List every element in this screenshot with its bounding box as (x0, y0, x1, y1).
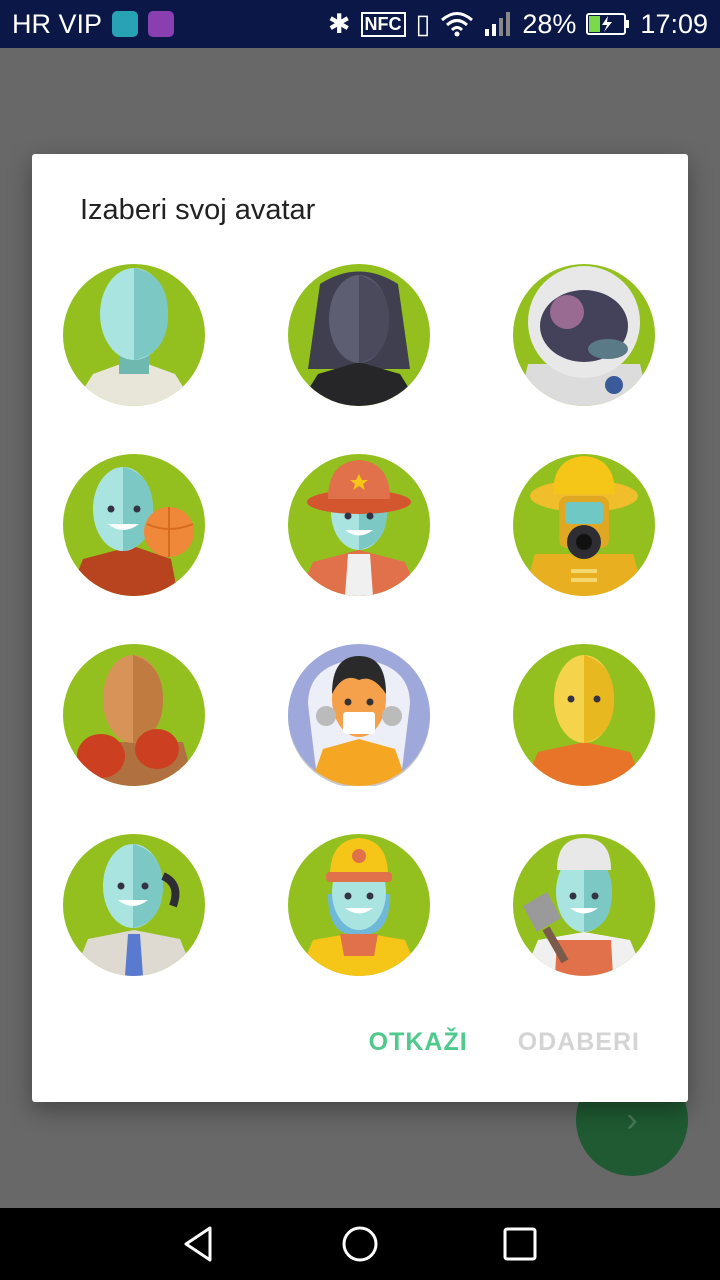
wifi-icon (441, 12, 474, 37)
battery-charging-icon (586, 13, 630, 35)
carrier-label: HR VIP (12, 8, 103, 39)
gallery-app-icon (148, 11, 175, 37)
avatar-9[interactable] (513, 644, 655, 786)
home-icon[interactable] (340, 1224, 380, 1264)
avatar-4[interactable] (63, 454, 205, 596)
signal-icon (485, 12, 511, 36)
nfc-icon: NFC (360, 11, 406, 37)
avatar-2[interactable] (288, 264, 430, 406)
avatar-12[interactable] (513, 834, 655, 976)
back-icon[interactable] (180, 1224, 220, 1264)
bluetooth-icon: ✱ (327, 8, 351, 39)
avatar-10[interactable] (63, 834, 205, 976)
avatar-8[interactable] (288, 644, 430, 786)
avatar-5[interactable] (288, 454, 430, 596)
select-button[interactable]: ODABERI (518, 1028, 640, 1057)
avatar-1[interactable] (63, 264, 205, 406)
status-bar: HR VIP ✱ NFC ▯ 28% 17:09 (0, 0, 720, 48)
avatar-6[interactable] (513, 454, 655, 596)
navigation-bar (0, 1208, 720, 1280)
avatar-11[interactable] (288, 834, 430, 976)
avatar-3[interactable] (513, 264, 655, 406)
cancel-button[interactable]: OTKAŽI (369, 1028, 468, 1057)
vibrate-icon: ▯ (415, 8, 431, 39)
clock: 17:09 (640, 8, 708, 39)
avatar-7[interactable] (63, 644, 205, 786)
battery-percent: 28% (522, 8, 577, 39)
dialog-actions: OTKAŽI ODABERI (369, 1028, 640, 1057)
recents-icon[interactable] (500, 1224, 540, 1264)
avatar-picker-dialog: Izaberi svoj avatar OTKAŽI ODABERI (32, 154, 688, 1102)
dialog-title: Izaberi svoj avatar (80, 194, 316, 226)
android-app-icon (112, 11, 139, 37)
